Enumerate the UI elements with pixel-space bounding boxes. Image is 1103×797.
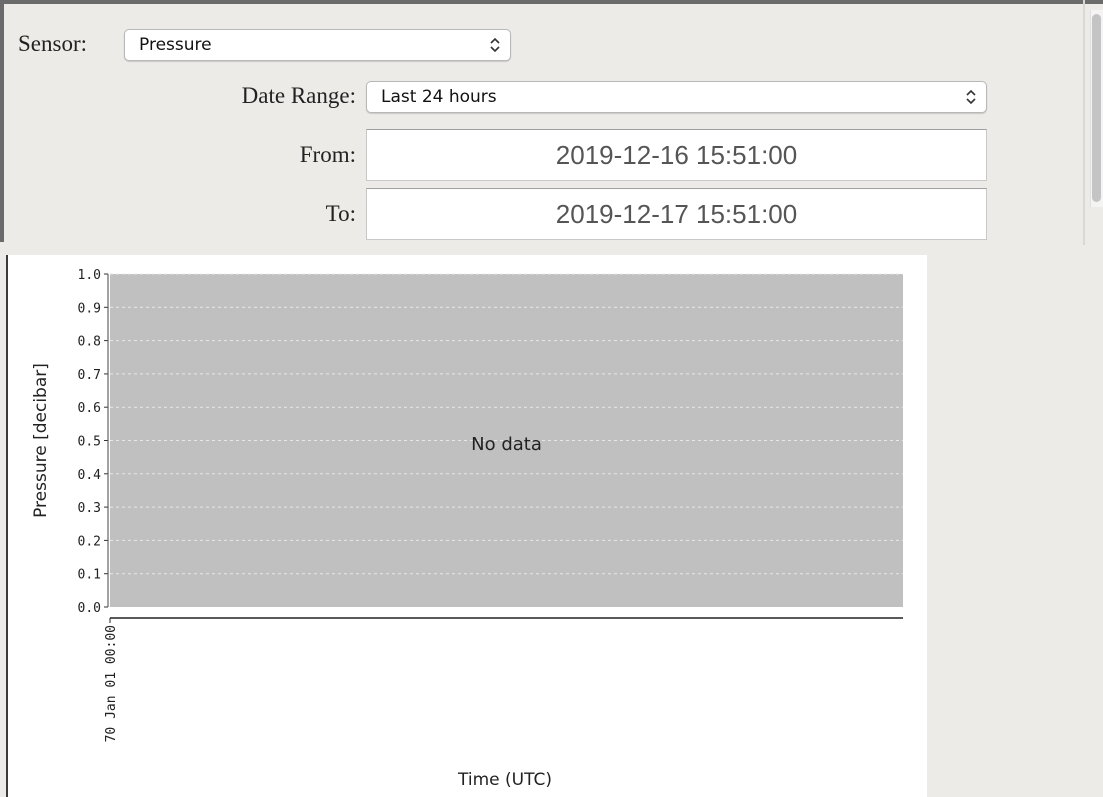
y-tick-label: 0.4 <box>78 468 102 483</box>
y-tick-label: 0.9 <box>78 301 101 316</box>
sensor-label: Sensor: <box>18 31 87 56</box>
no-data-label: No data <box>471 434 542 455</box>
y-axis-title: Pressure [decibar] <box>31 363 51 518</box>
date-range-label: Date Range: <box>241 83 356 108</box>
y-tick-label: 1.0 <box>78 268 101 283</box>
x-axis-title: Time (UTC) <box>457 770 552 790</box>
to-label: To: <box>325 201 356 226</box>
from-datetime-value: 2019-12-16 15:51:00 <box>555 140 798 170</box>
y-tick-label: 0.8 <box>78 335 101 350</box>
panel-divider <box>1083 0 1085 245</box>
window-frame-left <box>0 0 4 242</box>
date-range-select[interactable]: Last 24 hours <box>366 81 987 113</box>
to-datetime-field[interactable]: 2019-12-17 15:51:00 <box>366 188 987 240</box>
x-tick-label: 70 Jan 01 00:00 <box>104 625 119 742</box>
y-tick-label: 0.2 <box>78 534 101 549</box>
y-tick-label: 0.5 <box>78 435 101 450</box>
y-tick-label: 0.1 <box>78 568 101 583</box>
y-tick-label: 0.3 <box>78 501 101 516</box>
from-datetime-field[interactable]: 2019-12-16 15:51:00 <box>366 129 987 181</box>
window-frame-left-lower <box>6 255 8 797</box>
chevron-updown-icon <box>966 89 976 105</box>
chevron-updown-icon <box>490 37 500 53</box>
chart-panel: 0.0 0.1 0.2 0.3 0.4 0.5 0.6 0.7 0.8 0.9 1.0 70 Jan … <box>8 255 927 797</box>
y-tick-label: 0.6 <box>78 401 101 416</box>
from-label: From: <box>299 142 356 167</box>
to-datetime-value: 2019-12-17 15:51:00 <box>555 199 798 229</box>
sensor-select-value: Pressure <box>139 35 212 55</box>
y-tick-label: 0.7 <box>78 368 101 383</box>
y-tick-label: 0.0 <box>78 601 101 616</box>
date-range-select-value: Last 24 hours <box>381 87 497 107</box>
sensor-select[interactable]: Pressure <box>124 29 511 61</box>
scrollbar-thumb[interactable] <box>1092 14 1101 202</box>
window-frame-top <box>0 0 1103 4</box>
pressure-chart: 0.0 0.1 0.2 0.3 0.4 0.5 0.6 0.7 0.8 0.9 1.0 70 Jan … <box>31 268 903 790</box>
